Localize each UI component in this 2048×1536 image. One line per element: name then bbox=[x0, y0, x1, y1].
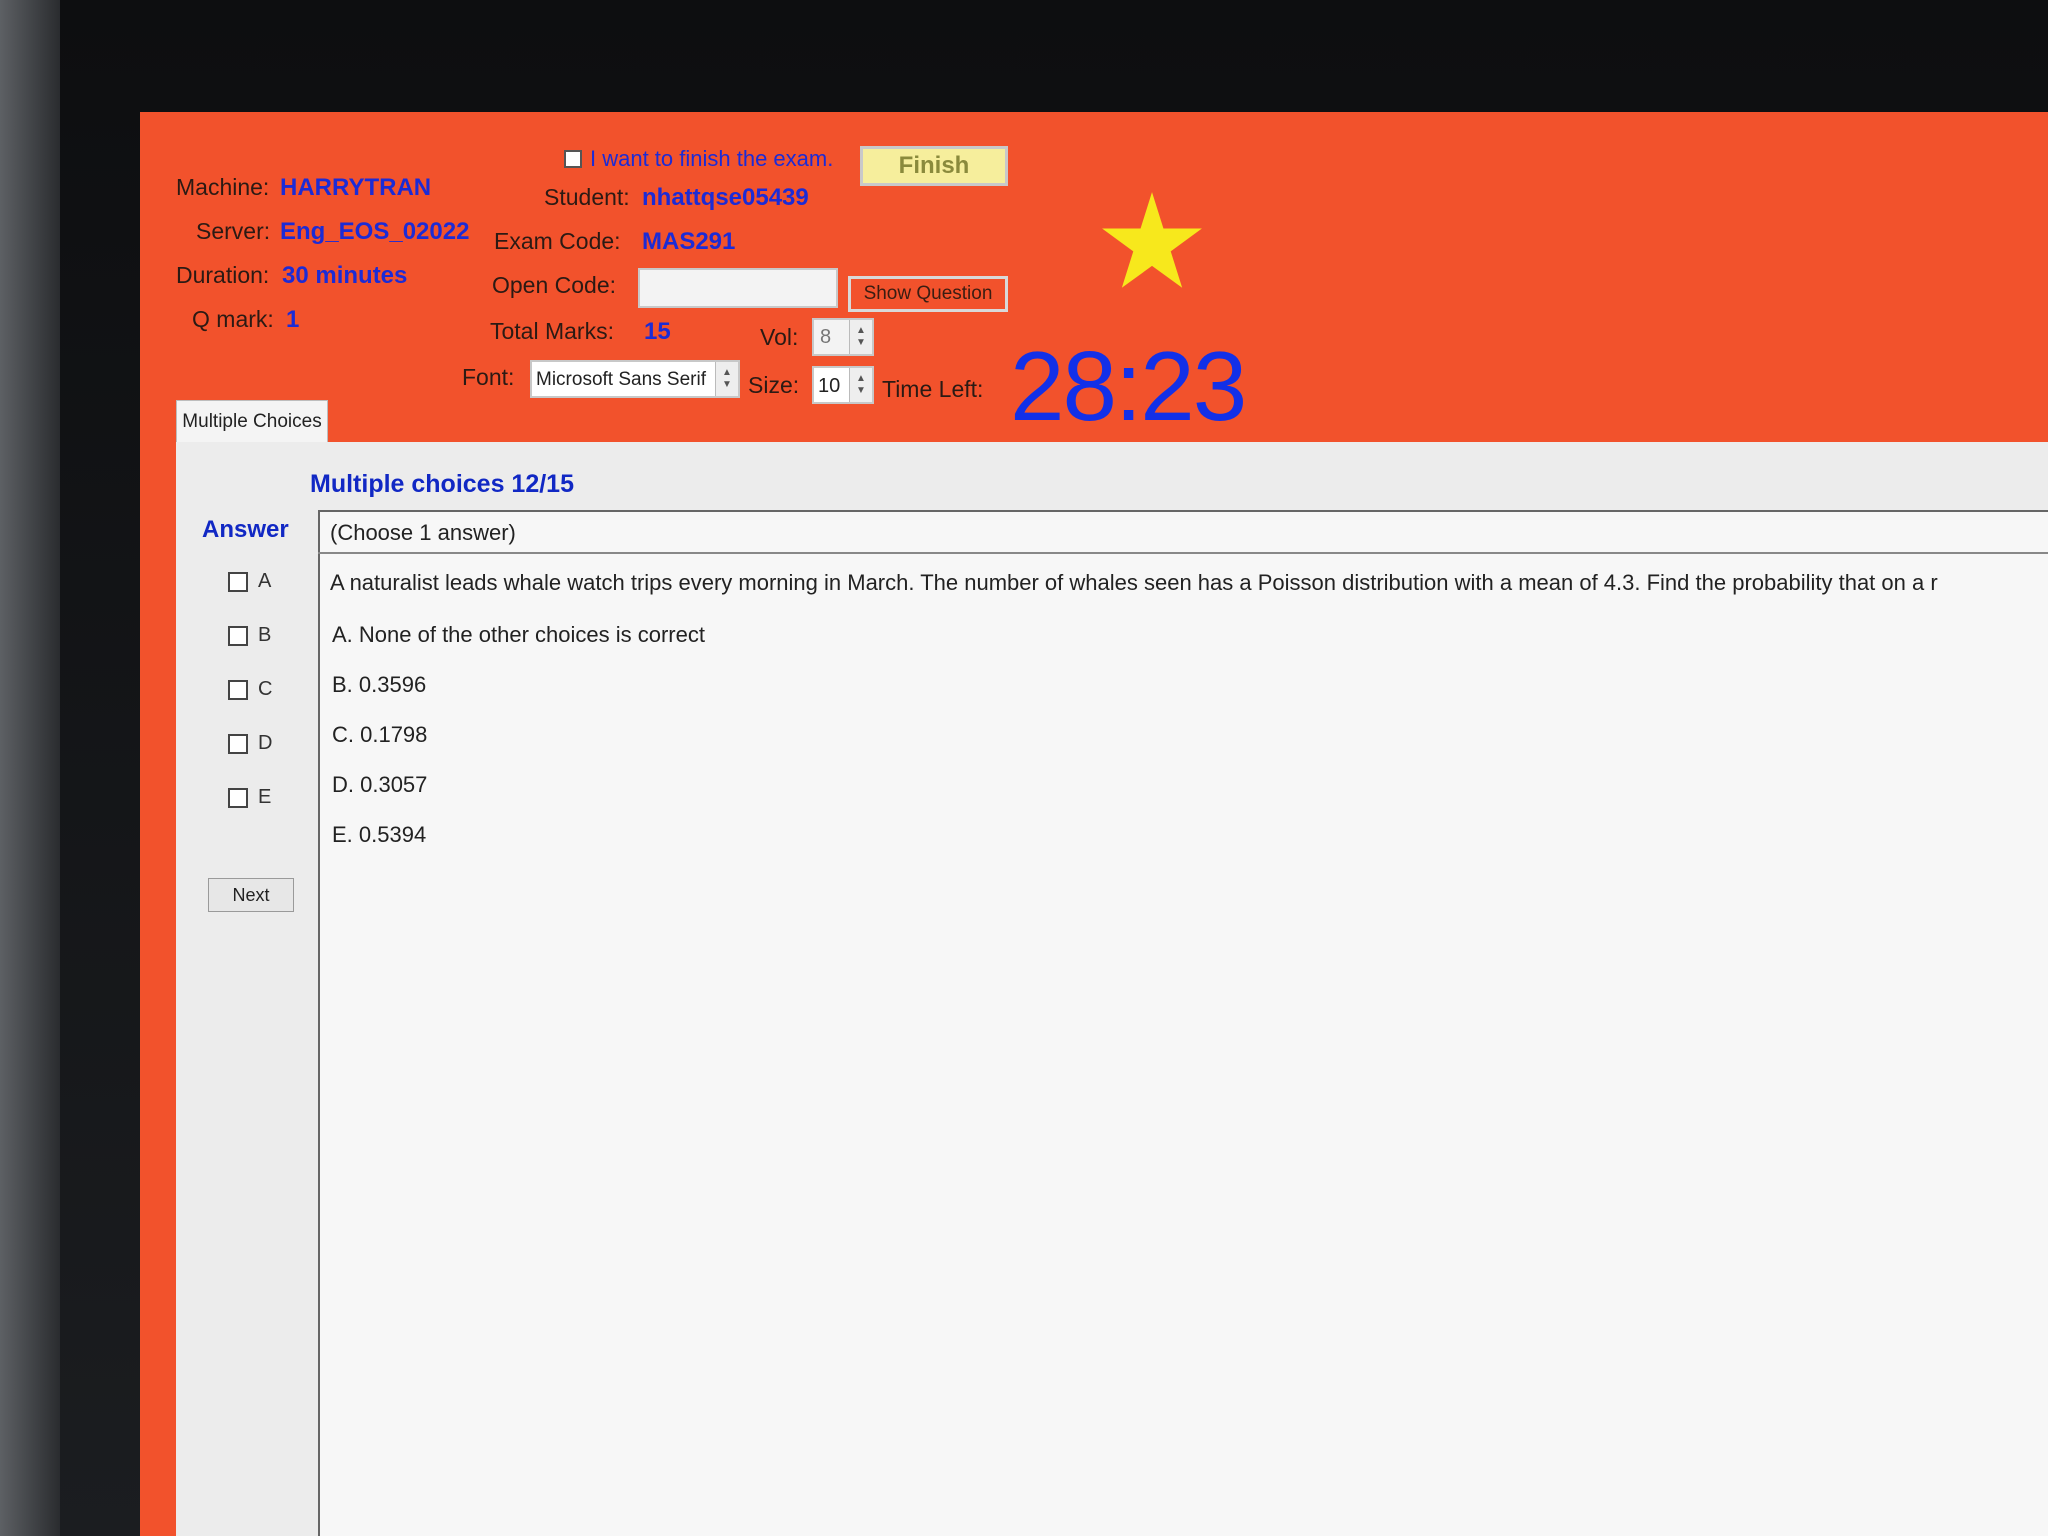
size-label: Size: bbox=[748, 372, 800, 398]
q-mark-label: Q mark: bbox=[192, 306, 274, 332]
answer-checkbox-b[interactable]: B bbox=[228, 624, 271, 647]
machine-value: HARRYTRAN bbox=[280, 174, 432, 201]
duration-value: 30 minutes bbox=[282, 262, 408, 289]
checkbox-b-box[interactable] bbox=[228, 625, 248, 646]
checkbox-a-box[interactable] bbox=[228, 571, 248, 592]
question-text: A naturalist leads whale watch trips eve… bbox=[330, 570, 1938, 595]
checkbox-a-label: A bbox=[258, 570, 272, 592]
duration-label: Duration: bbox=[176, 262, 270, 288]
checkbox-e-label: E bbox=[258, 786, 272, 808]
finish-button[interactable]: Finish bbox=[860, 146, 1008, 186]
checkbox-e-box[interactable] bbox=[228, 787, 248, 808]
total-marks-value: 15 bbox=[644, 318, 671, 345]
size-value: 10 bbox=[818, 375, 841, 397]
answer-checkbox-d[interactable]: D bbox=[228, 732, 272, 755]
checkbox-c-box[interactable] bbox=[228, 679, 248, 700]
star-icon bbox=[1102, 192, 1202, 288]
question-title: Multiple choices 12/15 bbox=[310, 470, 574, 498]
time-left-label: Time Left: bbox=[882, 376, 984, 402]
size-spin-icon[interactable]: ▲ ▼ bbox=[849, 368, 872, 402]
open-code-input[interactable] bbox=[638, 268, 838, 308]
size-stepper[interactable]: 10 ▲ ▼ bbox=[812, 366, 874, 404]
total-marks-label: Total Marks: bbox=[490, 318, 614, 344]
option-text-a: A. None of the other choices is correct bbox=[332, 622, 705, 647]
exam-code-label: Exam Code: bbox=[494, 228, 621, 254]
desk-background bbox=[0, 0, 60, 1536]
option-text-d: D. 0.3057 bbox=[332, 772, 428, 797]
student-label: Student: bbox=[544, 184, 630, 210]
option-text-c: C. 0.1798 bbox=[332, 722, 428, 747]
answer-label: Answer bbox=[202, 516, 289, 543]
vol-value: 8 bbox=[820, 326, 832, 348]
finish-checkbox-row[interactable]: I want to finish the exam. bbox=[564, 146, 833, 172]
machine-label: Machine: bbox=[176, 174, 270, 200]
font-select[interactable]: Microsoft Sans Serif ▲ ▼ bbox=[530, 360, 740, 398]
checkbox-b-label: B bbox=[258, 624, 272, 646]
next-button[interactable]: Next bbox=[208, 878, 294, 912]
vol-label: Vol: bbox=[760, 324, 799, 350]
show-question-button[interactable]: Show Question bbox=[848, 276, 1008, 312]
question-content-box bbox=[318, 510, 2048, 1536]
vol-spin-icon[interactable]: ▲ ▼ bbox=[849, 320, 872, 354]
option-text-e: E. 0.5394 bbox=[332, 822, 427, 847]
answer-checkbox-c[interactable]: C bbox=[228, 678, 272, 701]
exam-code-value: MAS291 bbox=[642, 228, 736, 255]
font-value: Microsoft Sans Serif bbox=[536, 369, 706, 390]
open-code-label: Open Code: bbox=[492, 272, 617, 298]
font-label: Font: bbox=[462, 364, 515, 390]
finish-checkbox[interactable] bbox=[564, 150, 582, 168]
vol-stepper[interactable]: 8 ▲ ▼ bbox=[812, 318, 874, 356]
q-mark-value: 1 bbox=[286, 306, 300, 333]
answer-checkbox-a[interactable]: A bbox=[228, 570, 271, 593]
checkbox-c-label: C bbox=[258, 678, 273, 700]
exam-window: I want to finish the exam. Finish Machin… bbox=[140, 112, 2048, 1536]
time-left-value: 28:23 bbox=[1010, 331, 1247, 441]
answer-checkbox-e[interactable]: E bbox=[228, 786, 271, 809]
student-value: nhattqse05439 bbox=[642, 184, 809, 211]
finish-checkbox-label: I want to finish the exam. bbox=[590, 146, 834, 171]
checkbox-d-label: D bbox=[258, 732, 273, 754]
option-text-b: B. 0.3596 bbox=[332, 672, 427, 697]
checkbox-d-box[interactable] bbox=[228, 733, 248, 754]
question-instruction: (Choose 1 answer) bbox=[330, 520, 516, 545]
tab-multiple-choices[interactable]: Multiple Choices bbox=[176, 400, 328, 442]
server-value: Eng_EOS_02022 bbox=[280, 218, 470, 245]
instruction-row bbox=[318, 510, 2048, 554]
font-spin-icon[interactable]: ▲ ▼ bbox=[715, 362, 738, 396]
server-label: Server: bbox=[196, 218, 271, 244]
